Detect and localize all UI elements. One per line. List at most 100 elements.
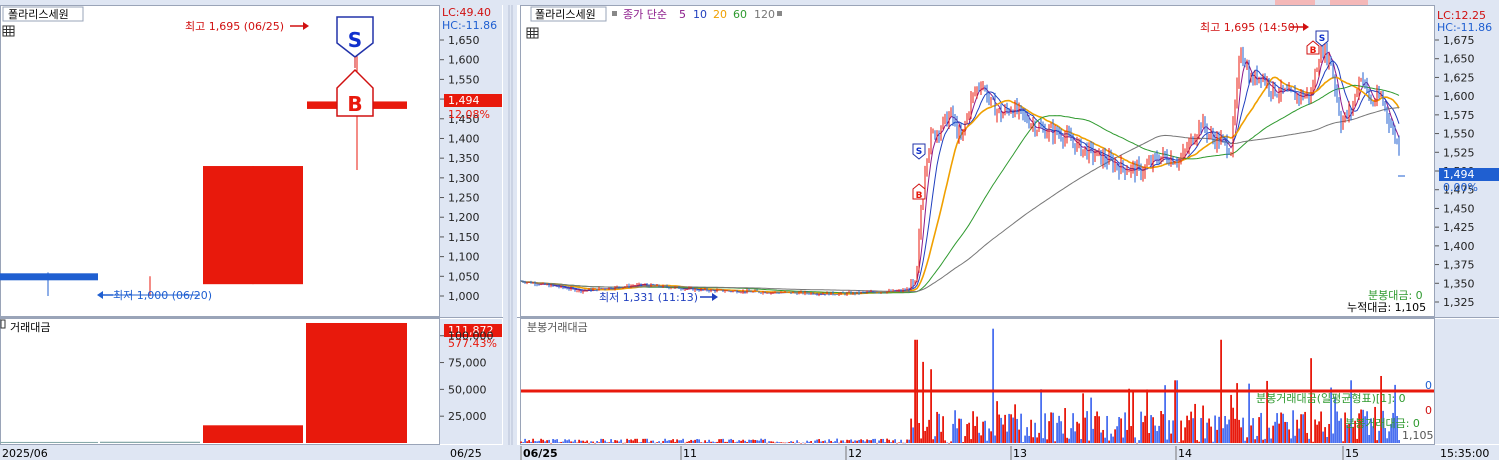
left-current-change: 12.08% bbox=[448, 108, 490, 121]
minute-volume-bar bbox=[738, 440, 740, 443]
minute-volume-bar bbox=[590, 441, 592, 443]
minute-volume-bar bbox=[528, 440, 530, 443]
minute-volume-bar bbox=[628, 439, 630, 443]
minute-volume-bar bbox=[1286, 421, 1288, 443]
right-volume-axis bbox=[1435, 319, 1499, 444]
x-label: 13 bbox=[1013, 447, 1027, 460]
minute-volume-bar bbox=[666, 440, 668, 443]
minute-volume-bar bbox=[774, 442, 776, 444]
minute-volume-bar bbox=[866, 439, 868, 443]
minute-volume-bar bbox=[780, 442, 782, 443]
minute-volume-bar bbox=[1074, 431, 1076, 443]
minute-volume-bar bbox=[894, 439, 896, 443]
left-price-tick-label: 1,550 bbox=[448, 73, 480, 86]
minute-volume-bar bbox=[1384, 428, 1386, 443]
minute-volume-bar bbox=[644, 438, 646, 443]
minute-volume-bar bbox=[834, 441, 836, 443]
minute-volume-bar bbox=[1284, 421, 1286, 443]
minute-volume-bar bbox=[818, 439, 820, 443]
minute-volume-bar bbox=[570, 441, 572, 443]
left-stock-name[interactable]: 폴라리스세원 bbox=[8, 8, 69, 21]
minute-volume-bar bbox=[1272, 425, 1274, 443]
minute-volume-bar bbox=[1324, 427, 1326, 443]
minute-volume-bar bbox=[632, 440, 634, 443]
ma-period-120[interactable]: 120 bbox=[754, 8, 775, 21]
minute-volume-bar bbox=[1076, 421, 1078, 443]
minute-volume-bar bbox=[750, 439, 752, 443]
minute-volume-bar bbox=[758, 440, 760, 443]
minute-volume-bar bbox=[710, 441, 712, 443]
minute-volume-bar bbox=[920, 438, 922, 443]
daily-candle-body bbox=[203, 166, 303, 285]
minute-volume-bar bbox=[1212, 441, 1214, 443]
minute-volume-bar bbox=[1048, 421, 1050, 443]
ma-period-5[interactable]: 5 bbox=[679, 8, 686, 21]
minute-volume-bar bbox=[594, 442, 596, 444]
minute-volume-bar bbox=[1368, 434, 1370, 443]
minute-volume-bar bbox=[884, 442, 886, 443]
minute-volume-bar bbox=[888, 439, 890, 443]
minute-volume-bar bbox=[838, 442, 840, 444]
minute-volume-bar bbox=[1262, 439, 1264, 443]
minute-volume-bar bbox=[1064, 408, 1066, 443]
minute-volume-bar bbox=[1104, 437, 1106, 443]
volume-legend-1: 분봉거래대금(일평균형표)[1]: 0 bbox=[1256, 391, 1406, 405]
minute-volume-bar bbox=[1154, 425, 1156, 443]
minute-volume-bar bbox=[638, 442, 640, 443]
minute-volume-bar bbox=[1034, 422, 1036, 443]
minute-volume-bar bbox=[868, 440, 870, 443]
ma-period-20[interactable]: 20 bbox=[713, 8, 727, 21]
minute-volume-bar bbox=[1134, 437, 1136, 443]
minute-volume-bar bbox=[1088, 440, 1090, 443]
minute-volume-bar bbox=[542, 439, 544, 443]
minute-volume-bar bbox=[1108, 440, 1110, 443]
left-grid-icon[interactable] bbox=[2, 25, 15, 37]
minute-volume-bar bbox=[634, 438, 636, 443]
right-stock-name[interactable]: 폴라리스세원 bbox=[535, 8, 596, 21]
minute-volume-bar bbox=[790, 441, 792, 443]
minute-volume-bar bbox=[724, 441, 726, 443]
panel-splitter[interactable] bbox=[503, 0, 517, 460]
minute-volume-bar bbox=[714, 442, 716, 443]
minute-volume-bar bbox=[552, 439, 554, 443]
minute-volume-bar bbox=[1146, 389, 1148, 443]
minute-volume-bar bbox=[1038, 432, 1040, 443]
minute-volume-bar bbox=[522, 442, 524, 443]
minute-volume-bar bbox=[1290, 438, 1292, 443]
minute-volume-bar bbox=[952, 423, 954, 443]
minute-volume-bar bbox=[740, 440, 742, 443]
minute-volume-bar bbox=[1340, 418, 1342, 443]
minute-volume-bar bbox=[1248, 383, 1250, 443]
volume-marker-0a: 0 bbox=[1425, 379, 1432, 392]
minute-volume-bar bbox=[1062, 433, 1064, 443]
minute-volume-bar bbox=[732, 439, 734, 443]
minute-volume-bar bbox=[708, 439, 710, 443]
minute-volume-bar bbox=[1132, 391, 1134, 443]
minute-volume-bar bbox=[568, 439, 570, 443]
left-volume-bar bbox=[100, 441, 200, 443]
minute-volume-bar bbox=[524, 438, 526, 443]
minute-volume-bar bbox=[520, 441, 522, 443]
right-grid-icon[interactable] bbox=[526, 27, 539, 39]
minute-volume-bar bbox=[1068, 438, 1070, 443]
minute-volume-bar bbox=[586, 440, 588, 443]
minute-volume-bar bbox=[688, 441, 690, 443]
minute-volume-bar bbox=[978, 432, 980, 443]
minute-volume-bar bbox=[560, 441, 562, 443]
minute-volume-bar bbox=[702, 442, 704, 444]
minute-volume-bar bbox=[1012, 417, 1014, 443]
minute-volume-bar bbox=[704, 440, 706, 443]
chart-canvas[interactable]: 폴라리스세원 LC:49.40 HC:-11.86 1,650 1,600 1,55… bbox=[0, 0, 1499, 460]
minute-volume-bar bbox=[744, 440, 746, 443]
minute-volume-bar bbox=[984, 420, 986, 443]
ma-period-60[interactable]: 60 bbox=[733, 8, 747, 21]
minute-volume-bar bbox=[1106, 415, 1108, 443]
minute-volume-bar bbox=[616, 440, 618, 443]
ma-period-10[interactable]: 10 bbox=[693, 8, 707, 21]
minute-volume-bar bbox=[944, 440, 946, 443]
minute-volume-bar bbox=[574, 439, 576, 443]
minute-volume-bar bbox=[1126, 429, 1128, 443]
minute-volume-bar bbox=[1018, 429, 1020, 443]
minute-volume-bar bbox=[722, 438, 724, 443]
minute-volume-bar bbox=[1066, 437, 1068, 443]
